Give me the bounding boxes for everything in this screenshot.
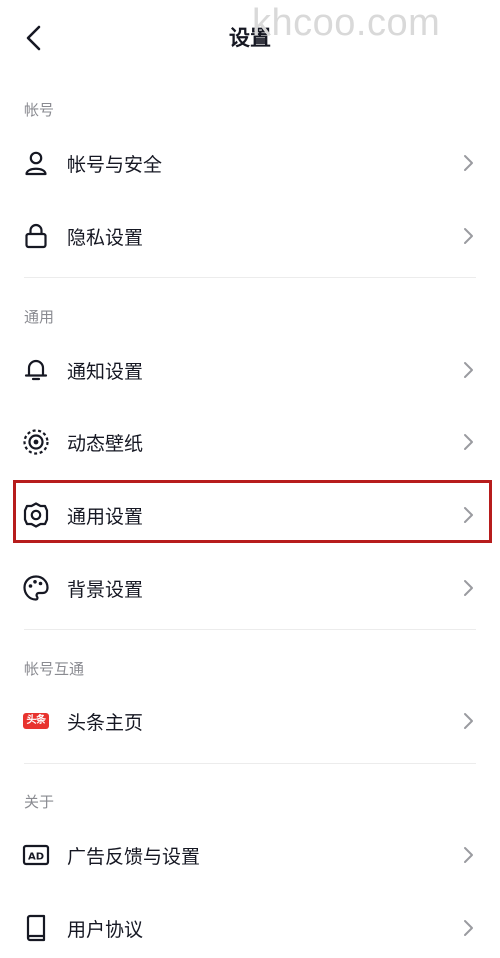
header-bar: 设置 khcoo.com xyxy=(0,0,500,78)
settings-item-ad-feedback[interactable]: AD 广告反馈与设置 xyxy=(0,825,500,885)
chevron-right-icon xyxy=(464,847,473,863)
settings-item-toutiao-homepage[interactable]: 头条 头条主页 xyxy=(0,691,500,751)
settings-item-label: 隐私设置 xyxy=(67,227,144,249)
lock-icon xyxy=(22,222,50,250)
settings-item-label: 用户协议 xyxy=(67,919,144,941)
section-divider xyxy=(24,629,476,630)
settings-item-user-agreement[interactable]: 用户协议 xyxy=(0,898,500,958)
chevron-right-icon xyxy=(464,920,473,936)
settings-item-background[interactable]: 背景设置 xyxy=(0,558,500,618)
settings-item-label: 背景设置 xyxy=(67,579,144,601)
settings-item-label: 帐号与安全 xyxy=(67,154,163,176)
section-divider xyxy=(24,763,476,764)
chevron-right-icon xyxy=(464,362,473,378)
ad-icon-text: AD xyxy=(28,852,44,863)
settings-item-label: 动态壁纸 xyxy=(67,433,144,455)
toutiao-icon: 头条 xyxy=(22,707,50,735)
person-icon xyxy=(22,149,50,177)
section-label-about: 关于 xyxy=(24,793,55,811)
chevron-right-icon xyxy=(464,580,473,596)
settings-item-live-wallpaper[interactable]: 动态壁纸 xyxy=(0,412,500,472)
palette-icon xyxy=(22,574,50,602)
watermark: khcoo.com xyxy=(252,2,441,44)
settings-item-label: 广告反馈与设置 xyxy=(67,846,201,868)
section-label-general: 通用 xyxy=(24,308,55,326)
settings-item-account-security[interactable]: 帐号与安全 xyxy=(0,133,500,193)
toutiao-badge: 头条 xyxy=(23,713,49,729)
chevron-right-icon xyxy=(464,713,473,729)
chevron-right-icon xyxy=(464,228,473,244)
live-wallpaper-icon xyxy=(22,428,50,456)
book-icon xyxy=(22,914,50,942)
section-divider xyxy=(24,277,476,278)
section-label-linked-accounts: 帐号互通 xyxy=(24,660,85,678)
bell-icon xyxy=(22,356,50,384)
settings-item-label: 头条主页 xyxy=(67,712,144,734)
chevron-right-icon xyxy=(464,434,473,450)
settings-item-notifications[interactable]: 通知设置 xyxy=(0,340,500,400)
ad-icon: AD xyxy=(22,841,50,869)
section-label-account: 帐号 xyxy=(24,101,55,119)
highlight-box xyxy=(13,480,492,543)
settings-item-label: 通知设置 xyxy=(67,361,144,383)
chevron-right-icon xyxy=(464,155,473,171)
settings-item-privacy[interactable]: 隐私设置 xyxy=(0,206,500,266)
